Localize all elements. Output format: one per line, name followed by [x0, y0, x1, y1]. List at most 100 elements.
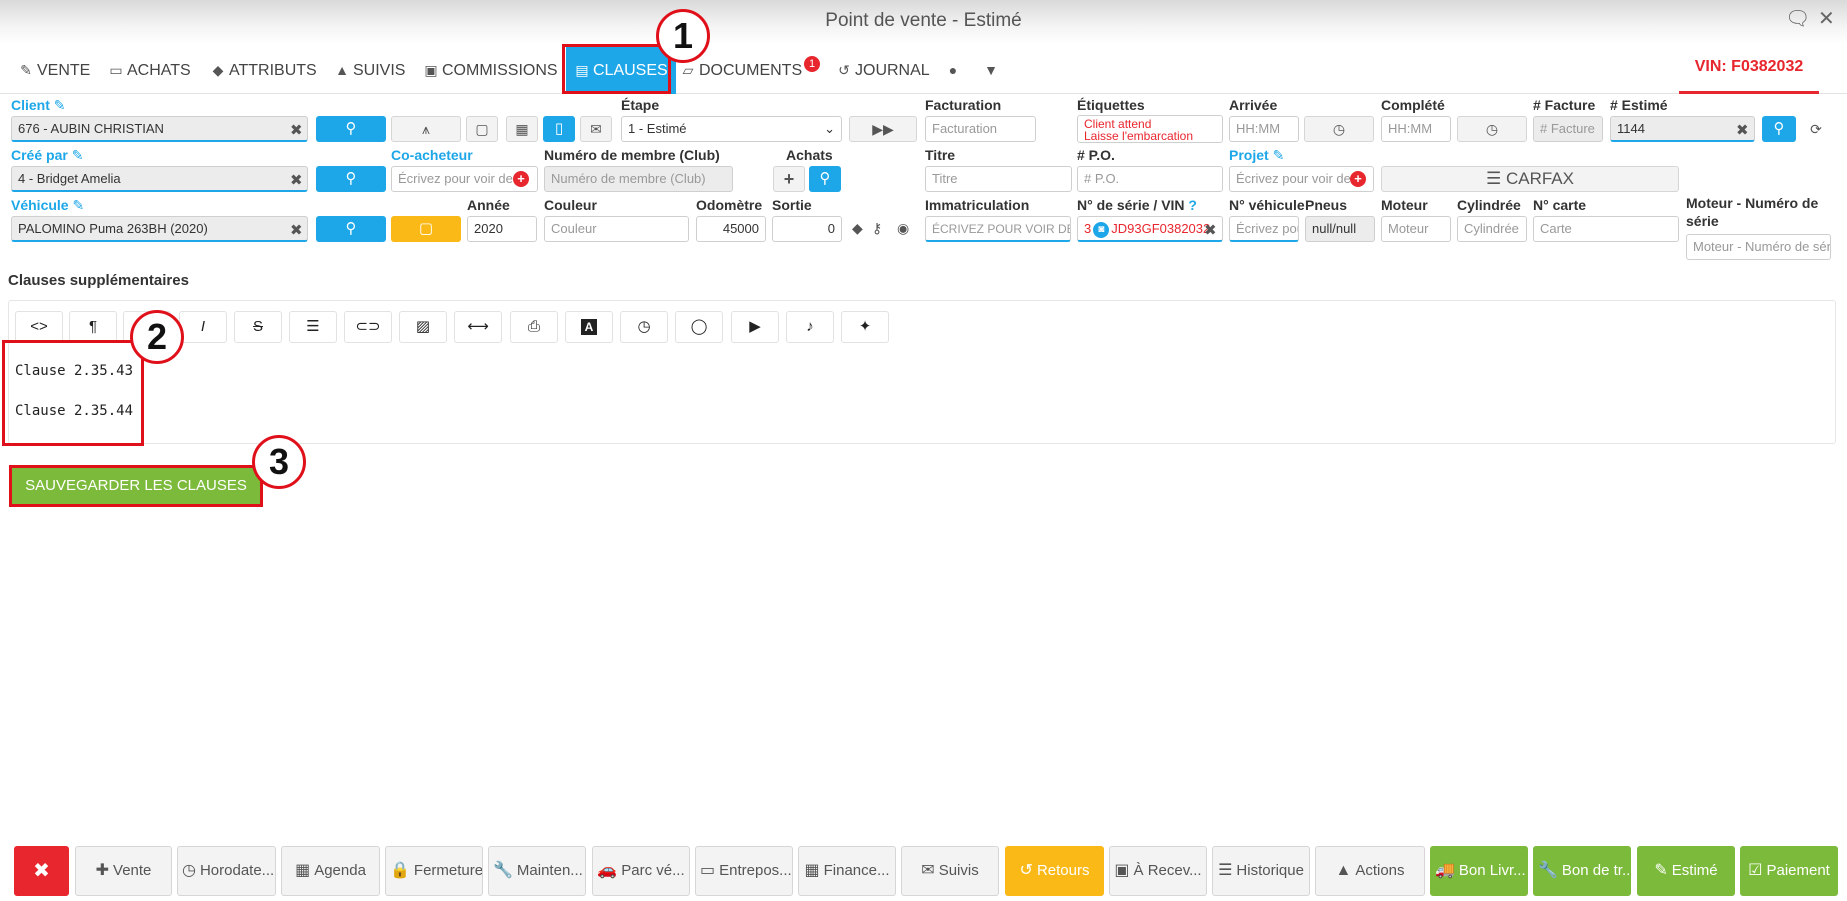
membre-field[interactable]: Numéro de membre (Club)	[544, 166, 733, 192]
tab-graduation[interactable]: ▼	[983, 58, 1002, 82]
horizontal-rule-button[interactable]: ⟷	[454, 311, 502, 343]
cree-par-field[interactable]: 4 - Bridget Amelia	[11, 166, 308, 192]
clauses-editor[interactable]: <> ¶ I S ☰ ⊂⊃ ▨ ⟷ ⎙ A ◷ ◯ ▶ ♪ ✦ Clause 2…	[8, 300, 1836, 444]
arrivee-clock-button[interactable]: ◷	[1304, 116, 1374, 142]
print-button[interactable]: ⎙	[510, 311, 558, 343]
note-button[interactable]: ▢	[466, 116, 498, 142]
tab-attributs[interactable]: ◆ ATTRIBUTS	[210, 58, 317, 82]
magic-button[interactable]: ✦	[841, 311, 889, 343]
paragraph-button[interactable]: ¶	[69, 311, 117, 343]
tab-documents[interactable]: ▱ DOCUMENTS 1	[680, 56, 821, 82]
search-cree-par-button[interactable]: ⚲	[316, 166, 386, 192]
paiement-button[interactable]: ☑ Paiement	[1740, 846, 1838, 896]
cancel-button[interactable]: ✖	[14, 846, 69, 896]
close-window-icon[interactable]: ✕	[1818, 6, 1835, 31]
microphone-button[interactable]: ♪	[786, 311, 834, 343]
clear-estime-icon[interactable]: ✖	[1736, 121, 1749, 139]
agenda-button[interactable]: ▦ Agenda	[281, 846, 380, 896]
client-field[interactable]: 676 - AUBIN CHRISTIAN	[11, 116, 308, 142]
play-button[interactable]: ▶	[731, 311, 779, 343]
tag-icon[interactable]: ◆	[852, 220, 863, 237]
suivis-button[interactable]: ✉ Suivis	[901, 846, 999, 896]
bon-travail-button[interactable]: 🔧 Bon de tr...	[1533, 846, 1631, 896]
italic-button[interactable]: I	[179, 311, 227, 343]
titre-field[interactable]: Titre	[925, 166, 1072, 192]
tab-achats[interactable]: ▭ ACHATS	[108, 58, 190, 82]
sortie-field[interactable]: 0	[772, 216, 842, 242]
facturation-field[interactable]: Facturation	[925, 116, 1036, 142]
moteur-field[interactable]: Moteur	[1381, 216, 1451, 242]
key-icon[interactable]: ⚷	[872, 220, 882, 237]
add-co-acheteur-icon[interactable]: +	[513, 171, 529, 187]
chat-icon[interactable]: 🗨	[1785, 6, 1810, 31]
retours-button[interactable]: ↺ Retours	[1005, 846, 1104, 896]
arrivee-field[interactable]: HH:MM	[1229, 116, 1299, 142]
actions-button[interactable]: ▲ Actions	[1315, 846, 1425, 896]
search-client-button[interactable]: ⚲	[316, 116, 386, 142]
couleur-field[interactable]: Couleur	[544, 216, 689, 242]
immatriculation-field[interactable]: ÉCRIVEZ POUR VOIR DES	[925, 216, 1071, 242]
edit-icon[interactable]: ✎	[1273, 147, 1285, 163]
add-achat-button[interactable]: +	[773, 166, 805, 192]
odometre-field[interactable]: 45000	[696, 216, 766, 242]
calendar-button[interactable]: ▦	[506, 116, 538, 142]
serie-vin-field[interactable]: 3 ◙ JD93GF0382032	[1077, 216, 1223, 242]
vente-button[interactable]: ✚ Vente	[75, 846, 172, 896]
refresh-button[interactable]: ⟳	[1801, 116, 1831, 142]
complete-clock-button[interactable]: ◷	[1457, 116, 1527, 142]
complete-field[interactable]: HH:MM	[1381, 116, 1451, 142]
road-button[interactable]: ⩚	[391, 116, 461, 142]
a-recevoir-button[interactable]: ▣ À Recev...	[1109, 846, 1207, 896]
clear-cree-par-icon[interactable]: ✖	[290, 171, 303, 189]
etape-select[interactable]: 1 - Estimé ⌄	[621, 116, 842, 142]
tab-vente[interactable]: ✎ VENTE	[18, 58, 90, 82]
font-button[interactable]: A	[565, 311, 613, 343]
link-button[interactable]: ⊂⊃	[344, 311, 392, 343]
search-estime-button[interactable]: ⚲	[1762, 116, 1796, 142]
no-carte-field[interactable]: Carte	[1533, 216, 1679, 242]
moteur-serie-field[interactable]: Moteur - Numéro de série	[1686, 234, 1831, 260]
clear-client-icon[interactable]: ✖	[290, 121, 303, 139]
tab-suivis[interactable]: ▲ SUIVIS	[334, 58, 405, 82]
entreposage-button[interactable]: ▭ Entrepos...	[695, 846, 793, 896]
image-button[interactable]: ▨	[399, 311, 447, 343]
po-field[interactable]: # P.O.	[1077, 166, 1223, 192]
search-vehicule-button[interactable]: ⚲	[316, 216, 386, 242]
comment-button[interactable]: ◯	[675, 311, 723, 343]
parc-vehicules-button[interactable]: 🚗 Parc vé...	[592, 846, 690, 896]
bon-livraison-button[interactable]: 🚚 Bon Livr...	[1430, 846, 1528, 896]
cylindree-field[interactable]: Cylindrée	[1457, 216, 1527, 242]
edit-icon[interactable]: ✎	[54, 97, 66, 113]
clear-vin-icon[interactable]: ✖	[1204, 221, 1217, 239]
horodateur-button[interactable]: ◷ Horodate...	[177, 846, 276, 896]
vehicule-note-button[interactable]: ▢	[391, 216, 461, 242]
facture-no-field[interactable]: # Facture	[1533, 116, 1603, 142]
maintenance-button[interactable]: 🔧 Mainten...	[488, 846, 586, 896]
tab-globe[interactable]: ●	[945, 58, 964, 82]
pneus-field[interactable]: null/null	[1305, 216, 1375, 242]
mobile-button[interactable]: ▯	[543, 116, 575, 142]
email-button[interactable]: ✉	[580, 116, 612, 142]
code-view-button[interactable]: <>	[15, 311, 63, 343]
etiquettes-field[interactable]: Client attend Laisse l'embarcation	[1077, 115, 1223, 143]
list-button[interactable]: ☰	[289, 311, 337, 343]
carfax-button[interactable]: ☰ CARFAX	[1381, 166, 1679, 192]
edit-icon[interactable]: ✎	[72, 197, 84, 213]
eye-icon[interactable]: ◉	[897, 220, 909, 237]
annee-field[interactable]: 2020	[467, 216, 537, 242]
fermeture-button[interactable]: 🔒 Fermeture	[385, 846, 483, 896]
tab-journal[interactable]: ↺ JOURNAL	[836, 58, 930, 82]
estime-button[interactable]: ✎ Estimé	[1637, 846, 1735, 896]
estime-no-field[interactable]: 1144	[1610, 116, 1755, 142]
historique-button[interactable]: ☰ Historique	[1212, 846, 1310, 896]
clock-button[interactable]: ◷	[620, 311, 668, 343]
strikethrough-button[interactable]: S	[234, 311, 282, 343]
finance-button[interactable]: ▦ Finance...	[798, 846, 896, 896]
search-achat-button[interactable]: ⚲	[809, 166, 841, 192]
edit-icon[interactable]: ✎	[72, 147, 84, 163]
clear-vehicule-icon[interactable]: ✖	[290, 221, 303, 239]
next-step-button[interactable]: ▶▶	[849, 116, 917, 142]
camera-icon[interactable]: ◙	[1093, 221, 1110, 238]
no-vehicule-field[interactable]: Écrivez pou	[1229, 216, 1299, 242]
tab-commissions[interactable]: ▣ COMMISSIONS	[423, 58, 557, 82]
